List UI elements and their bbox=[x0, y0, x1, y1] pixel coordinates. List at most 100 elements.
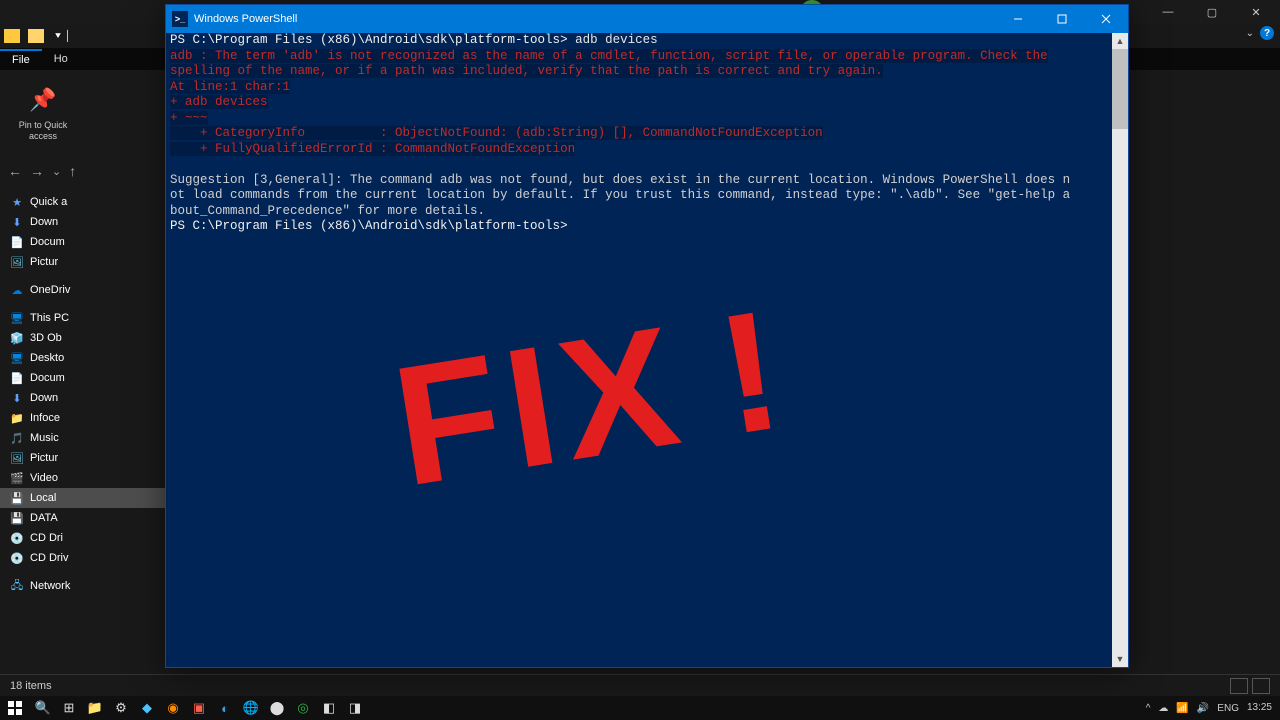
sidebar-item-icon: ★ bbox=[10, 195, 24, 209]
taskbar-app-icon[interactable]: ◆ bbox=[134, 696, 160, 720]
sidebar-item[interactable]: 📄Docum bbox=[0, 368, 165, 388]
taskbar-app-icon[interactable]: ▣ bbox=[186, 696, 212, 720]
command-input: adb devices bbox=[575, 33, 658, 47]
sidebar-item[interactable]: 📁Infoce bbox=[0, 408, 165, 428]
maximize-icon bbox=[1057, 14, 1067, 24]
taskbar-xbox-icon[interactable]: ◎ bbox=[290, 696, 316, 720]
sidebar-item[interactable]: 💿 CD Driv bbox=[0, 548, 165, 568]
powershell-console[interactable]: PS C:\Program Files (x86)\Android\sdk\pl… bbox=[166, 33, 1112, 667]
sidebar-item[interactable]: 🖼Pictur bbox=[0, 448, 165, 468]
minimize-icon bbox=[1013, 14, 1023, 24]
sidebar-item[interactable]: ★Quick a bbox=[0, 192, 165, 212]
tray-volume-icon[interactable]: 🔊 bbox=[1197, 703, 1209, 714]
nav-up-button[interactable]: ↑ bbox=[69, 163, 76, 179]
windows-logo-icon bbox=[8, 701, 22, 715]
sidebar-item[interactable]: ⬇Down bbox=[0, 388, 165, 408]
sidebar-item-icon: ⬇ bbox=[10, 391, 24, 405]
view-details-button[interactable] bbox=[1230, 678, 1248, 694]
sidebar-item[interactable]: 🖥Deskto bbox=[0, 348, 165, 368]
sidebar-item-icon: 💿 bbox=[10, 551, 24, 565]
tray-overflow-icon[interactable]: ^ bbox=[1146, 703, 1151, 714]
sidebar-item[interactable]: 💾DATA bbox=[0, 508, 165, 528]
taskbar-edge-icon[interactable]: ◐ bbox=[212, 696, 238, 720]
sidebar-item-icon: ⬇ bbox=[10, 215, 24, 229]
scroll-up-icon[interactable]: ▲ bbox=[1112, 33, 1128, 49]
tray-clock[interactable]: 13:25 bbox=[1247, 702, 1272, 714]
folder-icon bbox=[28, 29, 44, 43]
error-line: + ~~~ bbox=[170, 111, 208, 125]
sidebar-item-label: This PC bbox=[30, 312, 69, 324]
sidebar-item[interactable]: 🎬 Video bbox=[0, 468, 165, 488]
taskbar-chrome-icon[interactable]: 🌐 bbox=[238, 696, 264, 720]
sidebar-item-label: Pictur bbox=[30, 256, 58, 268]
close-icon bbox=[1101, 14, 1111, 24]
explorer-maximize-button[interactable]: ▢ bbox=[1190, 0, 1234, 24]
tray-onedrive-icon[interactable]: ☁ bbox=[1158, 703, 1168, 714]
sidebar-item-icon: 🖧 bbox=[10, 579, 24, 593]
taskbar-steam-icon[interactable]: ⬤ bbox=[264, 696, 290, 720]
sidebar-item-icon: 🖥 bbox=[10, 311, 24, 325]
explorer-file-tab[interactable]: File bbox=[0, 49, 42, 69]
ps-maximize-button[interactable] bbox=[1040, 5, 1084, 33]
error-line: + FullyQualifiedErrorId : CommandNotFoun… bbox=[170, 142, 575, 156]
explorer-minimize-button[interactable]: — bbox=[1146, 0, 1190, 24]
sidebar-item[interactable]: 🖥 This PC bbox=[0, 308, 165, 328]
error-line: adb : The term 'adb' is not recognized a… bbox=[170, 49, 1048, 63]
taskbar-search-icon[interactable]: 🔍 bbox=[30, 696, 56, 720]
sidebar-item[interactable]: 🧊3D Ob bbox=[0, 328, 165, 348]
powershell-scrollbar[interactable]: ▲ ▼ bbox=[1112, 33, 1128, 667]
sidebar-item[interactable]: ☁OneDriv bbox=[0, 280, 165, 300]
sidebar-item[interactable]: 📄Docum bbox=[0, 232, 165, 252]
explorer-close-button[interactable]: ✕ bbox=[1234, 0, 1278, 24]
sidebar-item[interactable]: 🖼Pictur bbox=[0, 252, 165, 272]
powershell-icon: >_ bbox=[172, 11, 188, 27]
sidebar-item-label: Video bbox=[30, 472, 58, 484]
suggestion-line: ot load commands from the current locati… bbox=[170, 188, 1070, 202]
explorer-home-tab[interactable]: Ho bbox=[42, 50, 80, 68]
powershell-body: PS C:\Program Files (x86)\Android\sdk\pl… bbox=[166, 33, 1128, 667]
ribbon-collapse-icon[interactable]: ⌄ bbox=[1246, 28, 1254, 39]
sidebar-item[interactable]: 💿CD Dri bbox=[0, 528, 165, 548]
start-button[interactable] bbox=[0, 696, 30, 720]
sidebar-item-label: CD Driv bbox=[30, 552, 69, 564]
dropdown-chevron-icon[interactable]: ⯆ │ bbox=[54, 31, 71, 42]
error-line: spelling of the name, or if a path was i… bbox=[170, 64, 883, 78]
explorer-statusbar: 18 items bbox=[0, 674, 1280, 696]
sidebar-item[interactable]: 🖧Network bbox=[0, 576, 165, 596]
taskbar-taskview-icon[interactable]: ⊞ bbox=[56, 696, 82, 720]
sidebar-item-label: Docum bbox=[30, 236, 65, 248]
sidebar-item-icon: 📁 bbox=[10, 411, 24, 425]
sidebar-item-icon: 💾 bbox=[10, 511, 24, 525]
scroll-thumb[interactable] bbox=[1112, 49, 1128, 129]
taskbar-app-icon[interactable]: ◉ bbox=[160, 696, 186, 720]
taskbar-app-icon[interactable]: ◧ bbox=[316, 696, 342, 720]
powershell-title-text: Windows PowerShell bbox=[194, 13, 297, 25]
tray-network-icon[interactable]: 📶 bbox=[1176, 703, 1188, 714]
scroll-down-icon[interactable]: ▼ bbox=[1112, 651, 1128, 667]
sidebar-item-icon: 🎵 bbox=[10, 431, 24, 445]
taskbar-settings-icon[interactable]: ⚙ bbox=[108, 696, 134, 720]
powershell-window: >_ Windows PowerShell PS C:\Program File… bbox=[165, 4, 1129, 668]
sidebar-item-label: CD Dri bbox=[30, 532, 63, 544]
sidebar-item[interactable]: ⬇Down bbox=[0, 212, 165, 232]
nav-forward-button[interactable]: → bbox=[30, 163, 44, 179]
pin-to-quick-access-button[interactable]: 📌 Pin to Quick access bbox=[18, 84, 68, 142]
nav-back-button[interactable]: ← bbox=[8, 163, 22, 179]
sidebar-item[interactable]: 🎵Music bbox=[0, 428, 165, 448]
tray-language[interactable]: ENG bbox=[1217, 703, 1239, 714]
sidebar-item-icon: 📄 bbox=[10, 371, 24, 385]
help-icon[interactable]: ? bbox=[1260, 26, 1274, 40]
scroll-track[interactable] bbox=[1112, 49, 1128, 651]
powershell-titlebar[interactable]: >_ Windows PowerShell bbox=[166, 5, 1128, 33]
taskbar-explorer-icon[interactable]: 📁 bbox=[82, 696, 108, 720]
ps-minimize-button[interactable] bbox=[996, 5, 1040, 33]
view-icons-button[interactable] bbox=[1252, 678, 1270, 694]
sidebar-item-icon: 🎬 bbox=[10, 471, 24, 485]
pin-icon: 📌 bbox=[27, 84, 59, 116]
folder-icon bbox=[4, 29, 20, 43]
sidebar-item-icon: 🧊 bbox=[10, 331, 24, 345]
ps-close-button[interactable] bbox=[1084, 5, 1128, 33]
taskbar-app-icon[interactable]: ◨ bbox=[342, 696, 368, 720]
nav-recent-dropdown-icon[interactable]: ⌄ bbox=[52, 165, 61, 178]
sidebar-item[interactable]: 💾Local bbox=[0, 488, 165, 508]
